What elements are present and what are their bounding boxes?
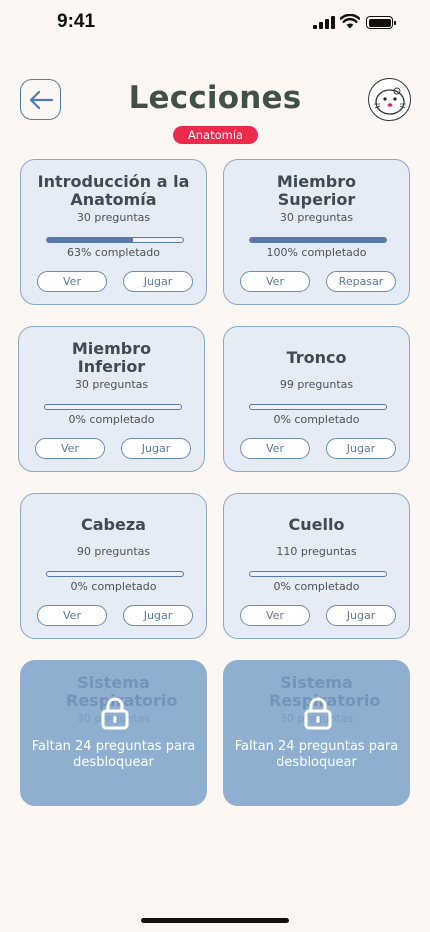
lesson-card[interactable]: Miembro Inferior 30 preguntas 0% complet… xyxy=(18,326,205,472)
seal-avatar-icon xyxy=(373,87,406,115)
unlock-message: Faltan 24 preguntas para desbloquear xyxy=(234,739,399,770)
signal-icon xyxy=(313,16,335,29)
progress-bar xyxy=(44,404,182,410)
question-count: 30 preguntas xyxy=(76,211,151,224)
progress-label: 0% completado xyxy=(68,413,155,426)
play-button[interactable]: Jugar xyxy=(326,438,396,459)
progress-label: 0% completado xyxy=(273,413,360,426)
progress-bar xyxy=(249,237,387,243)
progress-bar xyxy=(46,237,184,243)
status-bar: 9:41 xyxy=(0,0,430,46)
lesson-title: Cuello xyxy=(288,515,345,534)
question-count: 30 preguntas xyxy=(74,378,149,391)
lesson-title: Tronco xyxy=(286,348,347,367)
question-count: 90 preguntas xyxy=(76,545,151,558)
progress-label: 63% completado xyxy=(66,246,160,259)
home-indicator[interactable] xyxy=(141,918,289,923)
lesson-title: Cabeza xyxy=(81,515,146,534)
lock-icon xyxy=(304,697,332,730)
unlock-message: Faltan 24 preguntas para desbloquear xyxy=(31,739,196,770)
view-button[interactable]: Ver xyxy=(240,438,310,459)
lesson-title: Miembro Superior xyxy=(276,172,357,209)
progress-label: 0% completado xyxy=(70,580,157,593)
review-button[interactable]: Repasar xyxy=(326,271,396,292)
progress-label: 100% completado xyxy=(266,246,367,259)
category-badge: Anatomía xyxy=(173,126,258,144)
progress-bar xyxy=(249,404,387,410)
lesson-card[interactable]: Introducción a la Anatomía 30 preguntas … xyxy=(20,159,207,305)
progress-label: 0% completado xyxy=(273,580,360,593)
wifi-icon xyxy=(340,14,360,29)
lesson-title: Introducción a la Anatomía xyxy=(37,172,190,209)
locked-lesson-card[interactable]: Sistema Respiratorio 30 preguntas Faltan… xyxy=(20,660,207,806)
lesson-card[interactable]: Cuello 110 preguntas 0% completado Ver J… xyxy=(223,493,410,639)
question-count: 110 preguntas xyxy=(276,545,357,558)
lesson-card[interactable]: Cabeza 90 preguntas 0% completado Ver Ju… xyxy=(20,493,207,639)
lock-icon xyxy=(101,697,129,730)
play-button[interactable]: Jugar xyxy=(123,271,193,292)
lesson-card[interactable]: Miembro Superior 30 preguntas 100% compl… xyxy=(223,159,410,305)
battery-icon xyxy=(366,16,396,29)
view-button[interactable]: Ver xyxy=(240,271,310,292)
view-button[interactable]: Ver xyxy=(37,271,107,292)
question-count: 99 preguntas xyxy=(279,378,354,391)
locked-lesson-card[interactable]: Sistema Respiratorio 30 preguntas Faltan… xyxy=(223,660,410,806)
view-button[interactable]: Ver xyxy=(37,605,107,626)
progress-bar xyxy=(249,571,387,577)
view-button[interactable]: Ver xyxy=(240,605,310,626)
page-title: Lecciones xyxy=(128,80,302,116)
status-time: 9:41 xyxy=(57,11,96,32)
avatar[interactable] xyxy=(368,78,411,121)
view-button[interactable]: Ver xyxy=(35,438,105,459)
lesson-card[interactable]: Tronco 99 preguntas 0% completado Ver Ju… xyxy=(223,326,410,472)
question-count: 30 preguntas xyxy=(279,211,354,224)
progress-bar xyxy=(46,571,184,577)
play-button[interactable]: Jugar xyxy=(121,438,191,459)
lesson-title: Miembro Inferior xyxy=(71,339,152,376)
play-button[interactable]: Jugar xyxy=(123,605,193,626)
play-button[interactable]: Jugar xyxy=(326,605,396,626)
